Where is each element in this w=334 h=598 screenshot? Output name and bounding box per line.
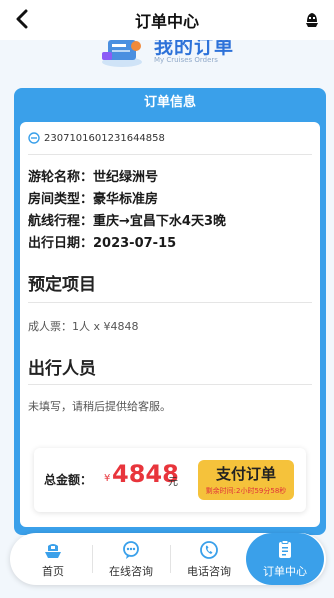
minus-circle-icon [28, 132, 40, 144]
currency-symbol: ¥ [104, 473, 111, 484]
tab-home[interactable]: 首页 [14, 533, 92, 585]
pay-order-button[interactable]: 支付订单 剩余时间:2小时59分58秒 [198, 460, 294, 500]
currency-unit: 元 [168, 477, 178, 488]
divider [28, 384, 312, 385]
banner-subtitle: My Cruises Orders [154, 56, 218, 64]
order-illustration-icon [102, 40, 142, 67]
tab-online-consult-label: 在线咨询 [109, 565, 153, 578]
tab-order-center-label: 订单中心 [263, 565, 307, 578]
booking-item: 成人票：1人 x ¥4848 [28, 320, 139, 333]
ship-bell-icon[interactable] [302, 9, 322, 29]
page-title: 订单中心 [134, 12, 199, 31]
travelers-note: 未填写，请稍后提供给客服。 [28, 400, 171, 413]
ship-icon [45, 544, 61, 558]
total-label: 总金额： [44, 473, 93, 487]
remaining-time: 剩余时间:2小时59分58秒 [205, 487, 287, 495]
ship-name: 游轮名称：世纪绿洲号 [28, 170, 159, 185]
header-bar: 订单中心 [0, 0, 334, 40]
order-number-row: 2307101601231644858 [28, 132, 165, 144]
booking-section-title: 预定项目 [28, 275, 96, 295]
card-body: 2307101601231644858 游轮名称：世纪绿洲号 房间类型：豪华标准… [20, 122, 320, 527]
divider [28, 154, 312, 155]
payment-bar: 总金额： ¥ 4848 元 支付订单 剩余时间:2小时59分58秒 [34, 448, 306, 512]
order-icon [279, 540, 291, 558]
tab-order-center[interactable]: 订单中心 [246, 533, 324, 585]
tab-phone-consult-label: 电话咨询 [187, 565, 231, 578]
room-type: 房间类型：豪华标准房 [28, 192, 159, 207]
order-info-card: 订单信息 2307101601231644858 游轮名称：世纪绿洲号 房间类型… [14, 88, 326, 535]
card-heading: 订单信息 [143, 95, 196, 110]
order-number: 2307101601231644858 [44, 132, 165, 144]
tab-online-consult[interactable]: 在线咨询 [92, 533, 170, 585]
travelers-section-title: 出行人员 [28, 359, 96, 379]
bottom-tab-bar: 首页 在线咨询 电话咨询 订单中心 [10, 533, 326, 585]
tab-phone-consult[interactable]: 电话咨询 [170, 533, 248, 585]
travel-date: 出行日期：2023-07-15 [28, 236, 177, 251]
tab-home-label: 首页 [42, 565, 64, 578]
divider [28, 302, 312, 303]
route: 航线行程：重庆→宜昌下水4天3晚 [28, 214, 226, 229]
pay-button-label: 支付订单 [215, 465, 276, 483]
chat-icon [123, 541, 139, 559]
phone-icon [200, 541, 218, 559]
